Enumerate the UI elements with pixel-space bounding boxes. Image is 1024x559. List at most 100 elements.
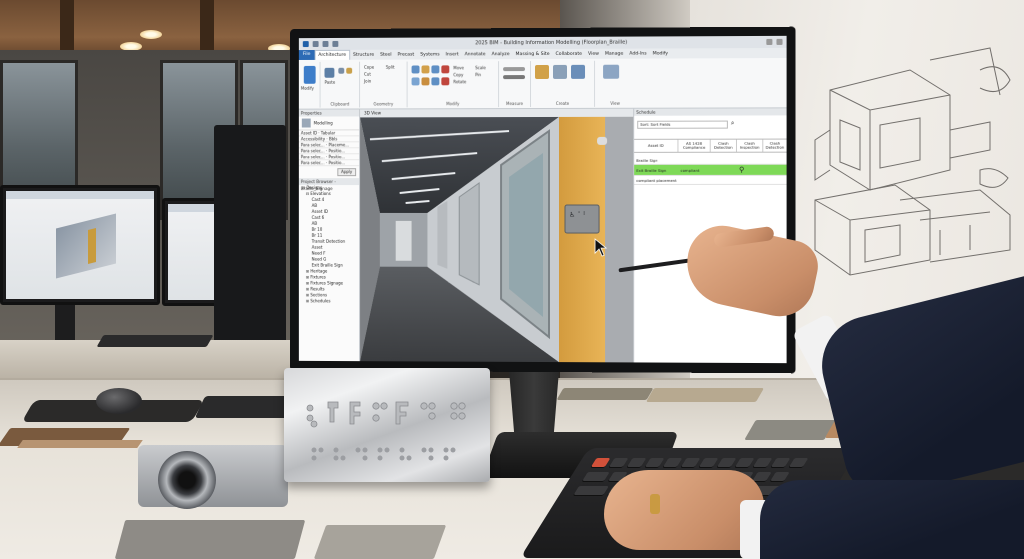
keyboard-key	[644, 458, 665, 467]
tab-analyze[interactable]: Analyze	[489, 52, 513, 57]
keyboard-key	[716, 458, 737, 467]
material-swatch	[556, 388, 654, 400]
match-icon[interactable]	[346, 67, 353, 74]
copy-icon[interactable]	[338, 67, 345, 74]
ribbon-button-label[interactable]: Scale	[475, 65, 486, 70]
dimension-icon[interactable]	[503, 75, 526, 80]
type-selector[interactable]: Modelling	[298, 116, 360, 131]
tab-modify[interactable]: Modify	[650, 51, 671, 56]
keyboard-key	[698, 458, 719, 467]
copy-icon[interactable]	[411, 77, 420, 86]
schedule-group-row[interactable]: Braille Sign	[634, 156, 787, 165]
ribbon-button-label[interactable]: Move	[453, 65, 464, 70]
ribbon-group-label: Modify	[446, 101, 460, 107]
modify-cursor-icon[interactable]	[303, 65, 316, 84]
apply-button[interactable]: Apply	[337, 168, 357, 177]
3d-viewport[interactable]: 3D View ♿ ⠁⠃	[360, 108, 634, 363]
ribbon-group-label: Clipboard	[330, 101, 350, 107]
measure-icon[interactable]	[503, 67, 526, 72]
camera-lens	[158, 451, 216, 509]
save-icon[interactable]	[312, 41, 319, 48]
tab-precast[interactable]: Precast	[395, 52, 418, 57]
material-swatch	[313, 525, 447, 559]
column-header[interactable]: AS 1428 Compliance	[678, 139, 711, 152]
ribbon-button-label[interactable]: Cut	[364, 72, 371, 77]
schedule-row[interactable]: compliant placement	[634, 176, 787, 185]
group-icon[interactable]	[552, 64, 568, 79]
align-icon[interactable]	[411, 65, 420, 74]
column-header[interactable]: Clash Detection	[710, 139, 737, 152]
mirror-icon[interactable]	[431, 65, 440, 74]
schedule-row-highlighted[interactable]: Exit Braille Sign compliant ⚲	[634, 164, 787, 176]
column-header[interactable]: Clash Detection	[763, 139, 787, 152]
tab-manage[interactable]: Manage	[602, 51, 626, 56]
suit-sleeve	[760, 480, 1024, 559]
ribbon-group-label: Measure	[506, 101, 524, 107]
ribbon-group-label: View	[610, 100, 620, 106]
rotate-icon[interactable]	[421, 77, 430, 86]
property-row[interactable]: Para selec... · Positio...	[298, 160, 360, 167]
search-icon[interactable]: ⌕	[731, 120, 734, 128]
ribbon-group-clipboard: Paste Clipboard	[320, 61, 361, 108]
tab-addins[interactable]: Add-Ins	[626, 51, 649, 56]
tab-steel[interactable]: Steel	[377, 52, 394, 57]
link-icon: ⚲	[739, 165, 745, 174]
close-icon[interactable]	[776, 38, 783, 45]
ribbon-button-label[interactable]: Join	[364, 79, 371, 84]
model-accent	[88, 228, 96, 264]
side-monitor-back	[214, 125, 286, 355]
cell-compliance: compliant	[680, 167, 700, 173]
offset-icon[interactable]	[421, 65, 430, 74]
keyboard-key	[608, 458, 629, 467]
ribbon-group-label: Geometry	[373, 101, 394, 107]
tab-systems[interactable]: Systems	[417, 52, 442, 57]
apply-row: Apply	[299, 168, 359, 177]
ribbon-panel: Modify Paste Clipboard Cope Cut Join Spl…	[298, 57, 787, 110]
wood-sample	[17, 440, 143, 448]
background-monitor	[0, 185, 160, 305]
ribbon-group-modify: Move Copy Rotate Scale Pin Modify	[407, 61, 500, 108]
braille-sign	[284, 368, 490, 482]
ribbon-button-label[interactable]: Cope	[364, 65, 374, 70]
move-icon[interactable]	[441, 65, 450, 74]
column-header[interactable]: Clash Inspection	[736, 139, 764, 152]
paste-icon[interactable]	[324, 67, 335, 78]
keyboard-key	[626, 458, 647, 467]
trim-icon[interactable]	[431, 77, 440, 86]
part-icon[interactable]	[535, 64, 549, 80]
tab-view[interactable]: View	[585, 51, 602, 56]
keyboard-key	[582, 472, 610, 481]
material-swatch	[114, 520, 306, 559]
ribbon-button-label[interactable]: Pin	[475, 72, 481, 77]
file-tab[interactable]: File	[298, 49, 315, 60]
project-tree: ⊟ Designs ⊟ Elevations Cast 4 AB Asset I…	[299, 185, 359, 304]
cell-asset: Exit Braille Sign	[636, 167, 667, 173]
array-icon[interactable]	[441, 77, 450, 86]
ribbon-button-label: Modify	[300, 85, 314, 91]
ribbon-button-label[interactable]: Copy	[453, 72, 463, 77]
tab-architecture[interactable]: Architecture	[314, 49, 350, 60]
tree-item[interactable]: ⊞ Schedules	[302, 298, 359, 304]
background-monitor-screen	[6, 191, 154, 299]
tab-massing[interactable]: Massing & Site	[513, 51, 553, 56]
app-logo-icon[interactable]	[302, 41, 309, 48]
minimize-icon[interactable]	[766, 38, 773, 45]
photo-scene: 2025 BIM - Building Information Modellin…	[0, 0, 1024, 559]
assembly-icon[interactable]	[571, 64, 586, 79]
camera	[138, 445, 288, 509]
background-monitor-screen	[168, 204, 216, 300]
tab-collaborate[interactable]: Collaborate	[553, 51, 585, 56]
tab-annotate[interactable]: Annotate	[462, 52, 489, 57]
undo-icon[interactable]	[322, 40, 329, 47]
tab-insert[interactable]: Insert	[443, 52, 462, 57]
keyboard-key	[573, 486, 609, 495]
ribbon-button-label[interactable]: Rotate	[453, 79, 466, 84]
column-header[interactable]: Asset ID	[634, 139, 679, 152]
schedule-filter[interactable]: Sort: Sort Fields	[637, 120, 728, 129]
hide-element-icon[interactable]	[603, 64, 620, 79]
cell-asset: compliant placement	[636, 177, 677, 183]
ribbon-button-label[interactable]: Split	[386, 65, 395, 70]
tab-structure[interactable]: Structure	[350, 52, 377, 57]
redo-icon[interactable]	[332, 40, 339, 47]
corridor-render: ♿ ⠁⠃	[360, 116, 634, 363]
